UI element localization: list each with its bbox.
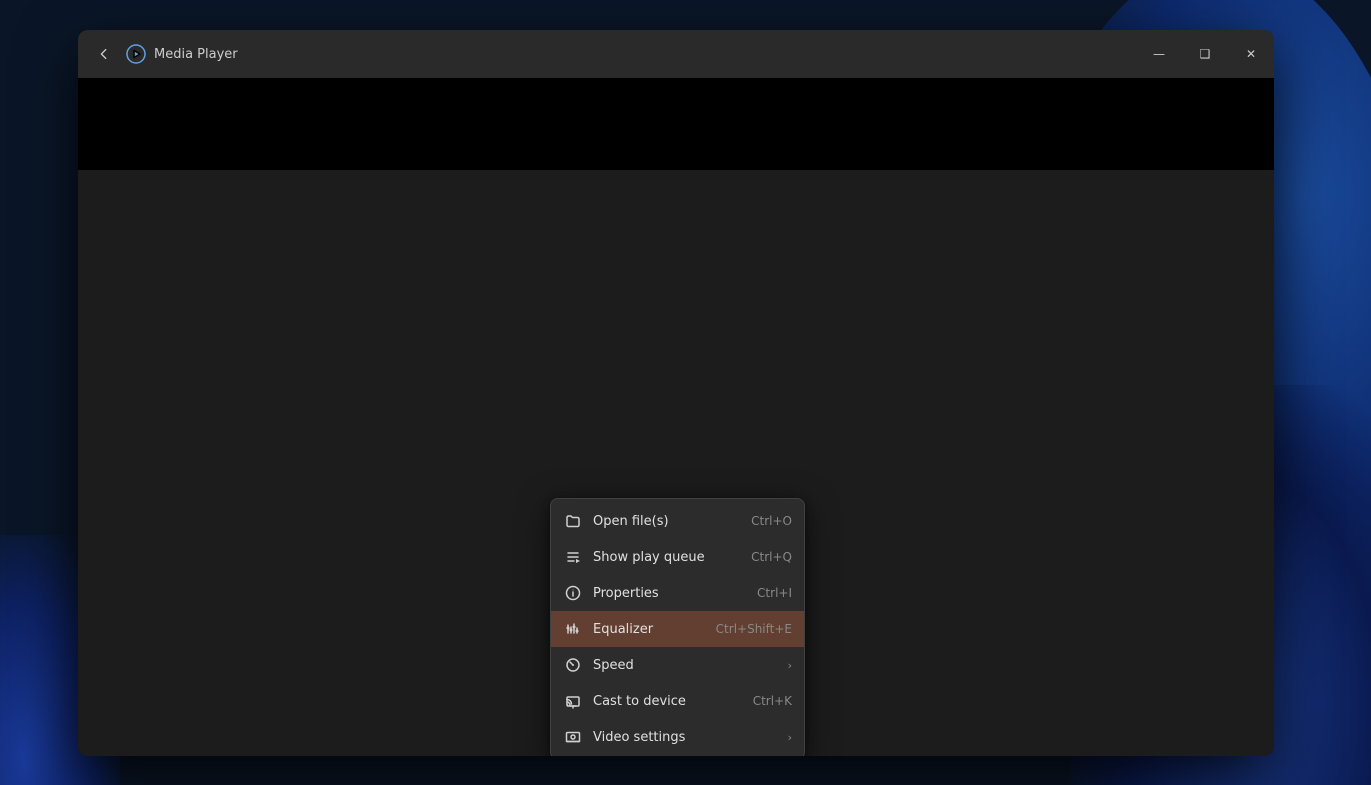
info-icon xyxy=(563,583,583,603)
speed-arrow-icon: › xyxy=(788,659,792,672)
menu-item-open-files[interactable]: Open file(s) Ctrl+O xyxy=(551,503,804,539)
menu-item-speed[interactable]: Speed › xyxy=(551,647,804,683)
menu-item-equalizer[interactable]: Equalizer Ctrl+Shift+E xyxy=(551,611,804,647)
queue-icon xyxy=(563,547,583,567)
video-settings-arrow-icon: › xyxy=(788,731,792,744)
menu-item-properties[interactable]: Properties Ctrl+I xyxy=(551,575,804,611)
menu-shortcut-cast-to-device: Ctrl+K xyxy=(753,694,792,708)
window-controls: — ❑ ✕ xyxy=(1136,30,1274,78)
video-settings-icon xyxy=(563,727,583,747)
back-button[interactable] xyxy=(90,40,118,68)
menu-label-video-settings: Video settings xyxy=(593,730,784,745)
menu-label-cast-to-device: Cast to device xyxy=(593,694,745,709)
menu-label-open-files: Open file(s) xyxy=(593,514,743,529)
close-button[interactable]: ✕ xyxy=(1228,30,1274,78)
menu-shortcut-equalizer: Ctrl+Shift+E xyxy=(716,622,792,636)
menu-item-cast-to-device[interactable]: Cast to device Ctrl+K xyxy=(551,683,804,719)
menu-shortcut-show-play-queue: Ctrl+Q xyxy=(751,550,792,564)
menu-label-properties: Properties xyxy=(593,586,749,601)
media-player-window: Media Player — ❑ ✕ Open file(s) Ctrl+O xyxy=(78,30,1274,756)
titlebar: Media Player — ❑ ✕ xyxy=(78,30,1274,78)
video-area-main: Open file(s) Ctrl+O Show play queue Ctrl… xyxy=(78,170,1274,756)
menu-label-speed: Speed xyxy=(593,658,784,673)
menu-label-equalizer: Equalizer xyxy=(593,622,708,637)
equalizer-icon xyxy=(563,619,583,639)
maximize-button[interactable]: ❑ xyxy=(1182,30,1228,78)
window-title: Media Player xyxy=(154,47,238,62)
menu-item-video-settings[interactable]: Video settings › xyxy=(551,719,804,755)
cast-icon xyxy=(563,691,583,711)
menu-shortcut-open-files: Ctrl+O xyxy=(751,514,792,528)
speed-icon xyxy=(563,655,583,675)
video-area-top xyxy=(78,78,1274,170)
minimize-button[interactable]: — xyxy=(1136,30,1182,78)
context-menu: Open file(s) Ctrl+O Show play queue Ctrl… xyxy=(550,498,805,756)
menu-label-show-play-queue: Show play queue xyxy=(593,550,743,565)
app-logo xyxy=(126,44,146,64)
folder-icon xyxy=(563,511,583,531)
menu-item-show-play-queue[interactable]: Show play queue Ctrl+Q xyxy=(551,539,804,575)
menu-shortcut-properties: Ctrl+I xyxy=(757,586,792,600)
